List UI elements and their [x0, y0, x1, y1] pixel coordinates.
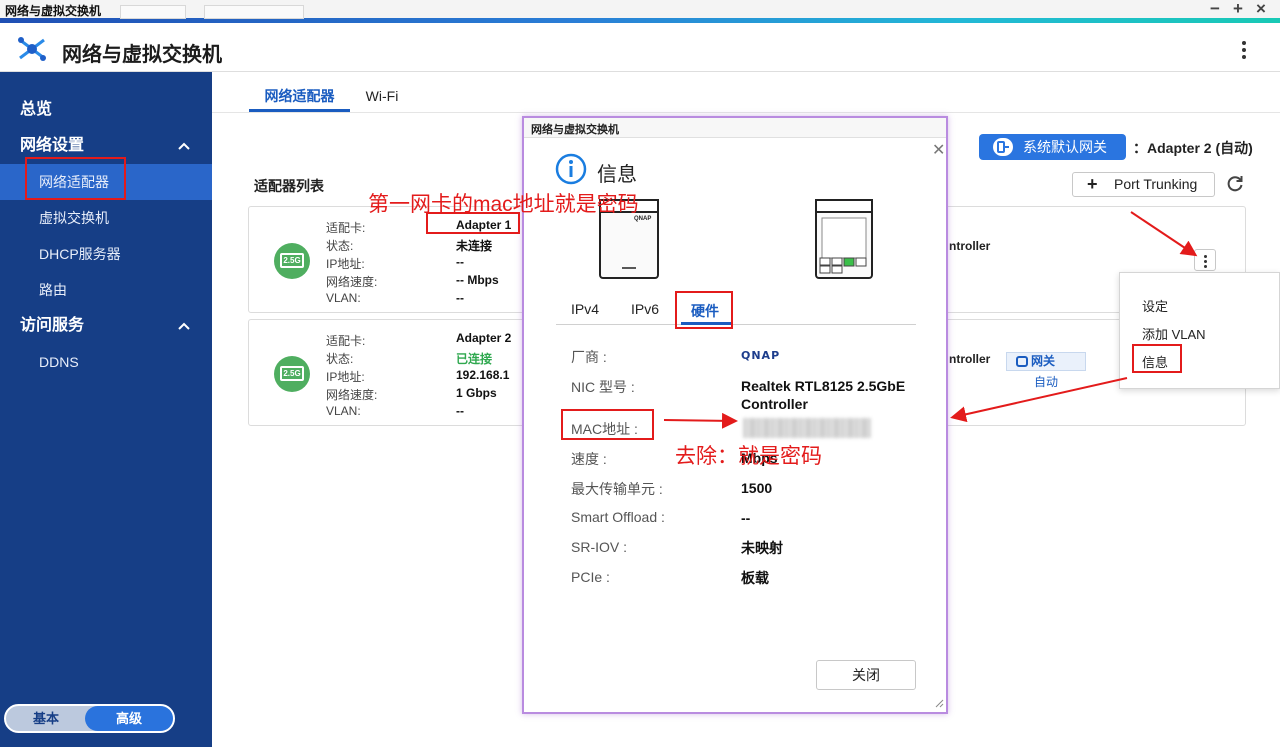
field-label: VLAN: — [326, 291, 361, 305]
adapter-more-button[interactable] — [1194, 249, 1216, 271]
default-gateway-label: 系统默认网关 — [1023, 139, 1107, 155]
gateway-icon — [1016, 356, 1028, 367]
sidebar-group-access-services[interactable]: 访问服务 — [0, 308, 212, 344]
mode-basic-option[interactable]: 基本 — [6, 706, 86, 731]
dialog-titlebar: 网络与虚拟交换机 — [524, 118, 946, 138]
field-label: 适配卡: — [326, 334, 366, 348]
plus-icon: + — [1087, 174, 1098, 194]
nic-model-value: Realtek RTL8125 2.5GbE Controller — [741, 378, 906, 412]
nic-icon: 2.5G — [274, 243, 310, 279]
refresh-icon[interactable] — [1226, 174, 1244, 192]
adapter-ip: -- — [456, 255, 464, 269]
port-trunking-button[interactable]: + Port Trunking — [1072, 172, 1215, 197]
nic-speed-badge: 2.5G — [280, 366, 304, 381]
nas-rear-illustration — [815, 199, 873, 279]
app-header: 网络与虚拟交换机 — [0, 23, 1280, 72]
field-label: 状态: — [326, 239, 354, 253]
adapter-vlan: -- — [456, 291, 464, 305]
sidebar-item-ddns[interactable]: DDNS — [0, 344, 212, 380]
minimize-button[interactable]: − — [1205, 0, 1225, 18]
field-label: 适配卡: — [326, 221, 366, 235]
nic-icon: 2.5G — [274, 356, 310, 392]
close-button[interactable]: 关闭 — [816, 660, 916, 690]
adapter-vlan: -- — [456, 404, 464, 418]
gateway-chip-label: 网关 — [1006, 352, 1086, 371]
maximize-button[interactable]: + — [1228, 0, 1248, 18]
dialog-title: 信息 — [597, 164, 637, 186]
annotation-text-top: 第一网卡的mac地址就是密码 — [368, 193, 639, 216]
gateway-chip: 网关 自动 — [1006, 352, 1086, 390]
nic-speed-badge: 2.5G — [280, 253, 304, 268]
smart-offload-value: -- — [741, 510, 751, 526]
port-trunking-label: Port Trunking — [1114, 176, 1198, 192]
annotation-box-hardware-tab — [675, 291, 733, 329]
default-gateway-button[interactable]: 系统默认网关 — [979, 134, 1126, 160]
adapter-status: 已连接 — [456, 352, 493, 366]
menu-item-add-vlan[interactable]: 添加 VLAN — [1142, 324, 1206, 343]
mode-toggle[interactable]: 基本 高级 — [4, 704, 175, 733]
chevron-up-icon — [178, 142, 190, 150]
adapter-controller: ntroller — [949, 239, 991, 253]
sidebar-item-dhcp-server[interactable]: DHCP服务器 — [0, 236, 212, 272]
tab-network-adapters[interactable]: 网络适配器 — [249, 84, 350, 112]
more-options-icon[interactable] — [1234, 39, 1254, 63]
adapter-list-title: 适配器列表 — [254, 178, 324, 194]
annotation-text-middle: 去除：就是密码 — [675, 445, 822, 468]
field-label: IP地址: — [326, 257, 365, 271]
default-gateway-value: ：Adapter 2 (自动) — [1133, 140, 1253, 156]
sidebar-item-routing[interactable]: 路由 — [0, 272, 212, 308]
field-label: 网络速度: — [326, 388, 378, 402]
gateway-icon — [993, 138, 1013, 156]
vendor-label: 厂商 : — [571, 349, 607, 365]
speed-label: 速度 : — [571, 451, 607, 467]
adapter-ip: 192.168.1 — [456, 368, 510, 382]
adapter-controller: ntroller — [949, 352, 991, 366]
ghost-field — [120, 5, 186, 19]
mac-address-redacted — [743, 418, 871, 438]
dialog-window-title: 网络与虚拟交换机 — [531, 124, 619, 136]
mtu-value: 1500 — [741, 480, 773, 496]
pcie-value: 板载 — [741, 570, 769, 586]
sriov-label: SR-IOV : — [571, 539, 628, 555]
field-label: VLAN: — [326, 404, 361, 418]
adapter-speed: -- Mbps — [456, 273, 499, 287]
field-label: IP地址: — [326, 370, 365, 384]
mtu-label: 最大传输单元 : — [571, 481, 663, 497]
tabs-divider — [212, 112, 1280, 113]
sidebar-item-overview[interactable]: 总览 — [0, 92, 212, 128]
annotation-box-adapters — [25, 157, 126, 200]
window-title: 网络与虚拟交换机 — [5, 4, 102, 18]
adapter-status: 未连接 — [456, 239, 493, 253]
tab-wifi[interactable]: Wi-Fi — [357, 84, 407, 112]
app-title: 网络与虚拟交换机 — [62, 44, 222, 66]
resize-handle-icon[interactable] — [934, 698, 944, 708]
gateway-chip-text: 网关 — [1031, 354, 1056, 368]
sidebar-item-virtual-switch[interactable]: 虚拟交换机 — [0, 200, 212, 236]
gateway-mode: 自动 — [1033, 375, 1058, 389]
chevron-up-icon — [178, 322, 190, 330]
window-titlebar: 网络与虚拟交换机 − + × — [0, 0, 1280, 23]
pcie-label: PCIe : — [571, 569, 610, 585]
field-label: 网络速度: — [326, 275, 378, 289]
dialog-tabs-divider — [556, 324, 916, 325]
nic-model-label: NIC 型号 : — [571, 379, 635, 395]
smart-offload-label: Smart Offload : — [571, 509, 665, 525]
sriov-value: 未映射 — [741, 540, 783, 556]
adapter-name: Adapter 2 — [456, 331, 512, 345]
dialog-tab-ipv6[interactable]: IPv6 — [631, 301, 659, 317]
menu-item-settings[interactable]: 设定 — [1142, 296, 1168, 315]
ghost-field — [204, 5, 304, 19]
field-label: 状态: — [326, 352, 354, 366]
vendor-logo: QNAP — [741, 349, 781, 362]
network-switch-logo-icon — [18, 37, 46, 61]
close-icon[interactable]: ✕ — [932, 140, 945, 160]
dialog-tab-ipv4[interactable]: IPv4 — [571, 301, 599, 317]
close-window-button[interactable]: × — [1251, 0, 1271, 18]
adapter-speed: 1 Gbps — [456, 386, 497, 400]
mode-advanced-option[interactable]: 高级 — [85, 706, 173, 731]
info-icon — [555, 153, 587, 185]
annotation-box-info — [1132, 344, 1182, 373]
annotation-box-mac — [561, 409, 654, 440]
